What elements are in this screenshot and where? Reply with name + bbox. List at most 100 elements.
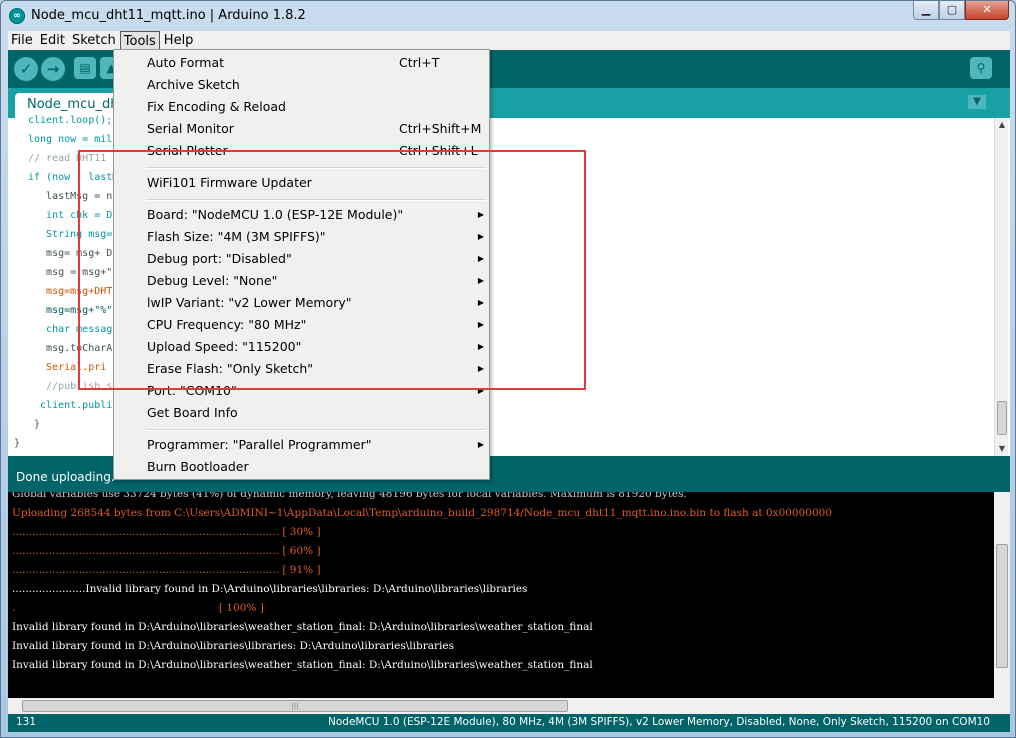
menu-item-flash-size[interactable]: Flash Size: "4M (3M SPIFFS)" ▶: [114, 226, 489, 248]
submenu-arrow-icon: ▶: [477, 386, 484, 395]
menu-item-lwip-variant[interactable]: lwIP Variant: "v2 Lower Memory" ▶: [114, 292, 489, 314]
menu-item-burn-bootloader[interactable]: Burn Bootloader: [114, 456, 489, 478]
menu-item-shortcut: Ctrl+Shift+M: [399, 121, 482, 136]
title-bar[interactable]: ∞ Node_mcu_dht11_mqtt.ino | Arduino 1.8.…: [1, 1, 1015, 31]
menu-item-debug-port[interactable]: Debug port: "Disabled" ▶: [114, 248, 489, 270]
upload-button[interactable]: →: [41, 57, 65, 81]
code-line: msg = msg+": [28, 267, 113, 278]
arduino-logo-icon: ∞: [9, 8, 25, 24]
console-line: ......................Invalid library fo…: [12, 583, 528, 595]
code-line: }: [14, 438, 21, 449]
menu-item-serial-monitor[interactable]: Serial Monitor Ctrl+Shift+M: [114, 118, 489, 140]
code-line: msg=msg+"%": [28, 305, 113, 316]
menu-bar: File Edit Sketch Tools Help: [8, 31, 1010, 50]
console-line: Uploading 268544 bytes from C:\Users\ADM…: [12, 507, 833, 519]
menu-item-get-board-info[interactable]: Get Board Info: [114, 402, 489, 424]
menu-item-label: Archive Sketch: [147, 77, 240, 92]
menu-item-label: Serial Monitor: [147, 121, 234, 136]
code-line: msg=msg+DHT: [28, 286, 113, 297]
menu-item-archive-sketch[interactable]: Archive Sketch: [114, 74, 489, 96]
tab-menu-button[interactable]: ▼: [968, 95, 986, 109]
menu-sketch[interactable]: Sketch: [69, 31, 119, 50]
console-output[interactable]: Global variables use 33724 bytes (41%) o…: [8, 492, 1010, 714]
menu-file[interactable]: File: [8, 31, 36, 50]
submenu-arrow-icon: ▶: [477, 440, 484, 449]
console-vertical-scrollbar[interactable]: [994, 492, 1010, 714]
console-line: ........................................…: [12, 545, 321, 557]
menu-item-cpu-frequency[interactable]: CPU Frequency: "80 MHz" ▶: [114, 314, 489, 336]
submenu-arrow-icon: ▶: [477, 232, 484, 241]
scroll-thumb[interactable]: [997, 401, 1007, 435]
scroll-thumb[interactable]: [996, 544, 1008, 668]
menu-item-board[interactable]: Board: "NodeMCU 1.0 (ESP-12E Module)" ▶: [114, 204, 489, 226]
menu-item-label: Programmer: "Parallel Programmer": [147, 437, 372, 452]
menu-item-label: Board: "NodeMCU 1.0 (ESP-12E Module)": [147, 207, 404, 222]
code-line: // read DHT11: [28, 153, 107, 164]
menu-item-debug-level[interactable]: Debug Level: "None" ▶: [114, 270, 489, 292]
menu-item-upload-speed[interactable]: Upload Speed: "115200" ▶: [114, 336, 489, 358]
status-message: Done uploading.: [16, 470, 115, 484]
scroll-down-icon[interactable]: ▼: [995, 442, 1009, 456]
code-line: client.loop();: [28, 115, 113, 126]
minimize-button[interactable]: ▁: [913, 1, 939, 20]
code-text[interactable]: client.loop(); long now = mill // read D…: [8, 115, 128, 456]
serial-monitor-button[interactable]: ⚲: [970, 57, 992, 79]
menu-item-fix-encoding[interactable]: Fix Encoding & Reload: [114, 96, 489, 118]
window-title: Node_mcu_dht11_mqtt.ino | Arduino 1.8.2: [31, 8, 306, 23]
tools-menu: Auto Format Ctrl+T Archive Sketch Fix En…: [113, 49, 490, 480]
menu-tools[interactable]: Tools: [119, 31, 160, 50]
menu-separator: [146, 167, 486, 169]
menu-edit[interactable]: Edit: [37, 31, 68, 50]
submenu-arrow-icon: ▶: [477, 210, 484, 219]
menu-item-serial-plotter[interactable]: Serial Plotter Ctrl+Shift+L: [114, 140, 489, 162]
menu-item-wifi101-updater[interactable]: WiFi101 Firmware Updater: [114, 172, 489, 194]
code-line: int chk = D: [28, 210, 113, 221]
close-button[interactable]: ✕: [965, 1, 1009, 20]
menu-item-shortcut: Ctrl+T: [399, 55, 440, 70]
line-number: 131: [16, 716, 37, 728]
submenu-arrow-icon: ▶: [477, 320, 484, 329]
code-line: msg.toCharA: [28, 343, 113, 354]
menu-item-label: Get Board Info: [147, 405, 238, 420]
menu-item-label: Flash Size: "4M (3M SPIFFS)": [147, 229, 326, 244]
code-line: char messag: [28, 324, 113, 335]
menu-item-label: CPU Frequency: "80 MHz": [147, 317, 307, 332]
console-line: . [ 100% ]: [12, 602, 264, 614]
menu-item-erase-flash[interactable]: Erase Flash: "Only Sketch" ▶: [114, 358, 489, 380]
scroll-up-icon[interactable]: ▲: [995, 118, 1009, 132]
submenu-arrow-icon: ▶: [477, 276, 484, 285]
code-line: }: [28, 419, 41, 430]
submenu-arrow-icon: ▶: [477, 364, 484, 373]
menu-item-label: Debug port: "Disabled": [147, 251, 292, 266]
console-line: Invalid library found in D:\Arduino\libr…: [12, 659, 593, 671]
new-sketch-button[interactable]: ▤: [74, 57, 96, 79]
verify-button[interactable]: ✓: [14, 57, 38, 81]
code-line: if (now - lastM: [28, 172, 119, 183]
menu-item-label: Upload Speed: "115200": [147, 339, 302, 354]
console-horizontal-scrollbar[interactable]: |||: [8, 698, 994, 714]
menu-item-auto-format[interactable]: Auto Format Ctrl+T: [114, 52, 489, 74]
menu-help[interactable]: Help: [161, 31, 197, 50]
code-line: String msg=: [28, 229, 113, 240]
menu-item-label: Fix Encoding & Reload: [147, 99, 286, 114]
console-line: ........................................…: [12, 564, 321, 576]
menu-item-port[interactable]: Port: "COM10" ▶: [114, 380, 489, 402]
menu-item-label: Serial Plotter: [147, 143, 228, 158]
code-line: msg= msg+ D: [28, 248, 113, 259]
console-line: Global variables use 33724 bytes (41%) o…: [12, 492, 687, 500]
menu-item-label: Port: "COM10": [147, 383, 237, 398]
menu-item-programmer[interactable]: Programmer: "Parallel Programmer" ▶: [114, 434, 489, 456]
console-line: Invalid library found in D:\Arduino\libr…: [12, 640, 454, 652]
menu-item-label: Erase Flash: "Only Sketch": [147, 361, 314, 376]
code-line: client.publi: [28, 400, 113, 411]
submenu-arrow-icon: ▶: [477, 254, 484, 263]
menu-separator: [146, 429, 486, 431]
code-line: Serial.pri: [28, 362, 107, 373]
menu-item-label: Auto Format: [147, 55, 225, 70]
window-controls: ▁ ▢ ✕: [913, 1, 1009, 21]
scroll-thumb[interactable]: |||: [22, 700, 568, 712]
code-line: long now = mill: [28, 134, 119, 145]
editor-vertical-scrollbar[interactable]: ▲ ▼: [994, 118, 1008, 456]
maximize-button[interactable]: ▢: [939, 1, 965, 20]
menu-item-label: Debug Level: "None": [147, 273, 278, 288]
